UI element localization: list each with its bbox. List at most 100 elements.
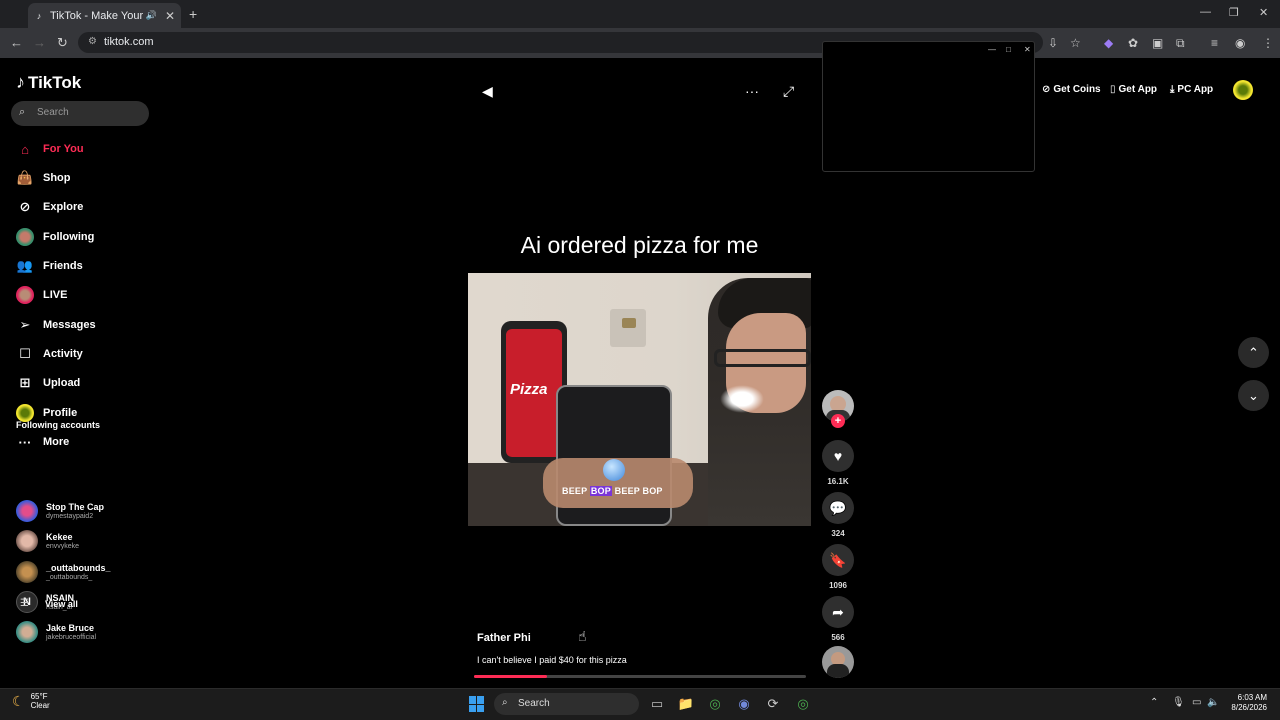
fullscreen-icon[interactable]: ⤢: [783, 83, 794, 100]
get-coins-button[interactable]: ⊘ Get Coins: [1042, 84, 1101, 95]
comment-button[interactable]: 💬: [822, 492, 854, 524]
audio-playing-icon[interactable]: 🔊: [146, 10, 157, 21]
following-account[interactable]: _outtabounds_ _outtabounds_: [16, 560, 111, 584]
discord-icon[interactable]: ◉: [735, 695, 753, 713]
search-icon: ⌕: [502, 697, 508, 708]
user-avatar[interactable]: [1233, 80, 1253, 100]
following-account[interactable]: Kekee envvykeke: [16, 529, 79, 553]
install-app-icon[interactable]: ⇩: [1048, 36, 1058, 50]
save-button[interactable]: 🔖: [822, 544, 854, 576]
like-button[interactable]: ♥: [822, 440, 854, 472]
music-disc-avatar[interactable]: [822, 646, 854, 678]
avatar: [16, 621, 38, 643]
network-icon[interactable]: ▭: [1192, 697, 1201, 708]
microphone-icon[interactable]: 🎙: [1172, 697, 1185, 708]
close-tab-icon[interactable]: ✕: [165, 9, 175, 23]
extension-icon[interactable]: ▣: [1152, 36, 1163, 50]
following-avatar: [16, 228, 34, 246]
system-clock[interactable]: 6:03 AM 8/26/2026: [1205, 693, 1267, 714]
chevron-up-icon: ⌃: [1248, 344, 1259, 360]
video-progress-bar[interactable]: [474, 675, 806, 678]
extension-icon[interactable]: ◆: [1104, 36, 1113, 50]
assistant-orb: [603, 459, 625, 481]
logo-text: TikTok: [28, 72, 82, 92]
start-button[interactable]: [469, 696, 485, 712]
search-input[interactable]: ⌕ Search: [11, 101, 149, 126]
extensions-puzzle-icon[interactable]: ⧉: [1176, 36, 1185, 51]
sidebar-item-messages[interactable]: ➢ Messages: [16, 315, 96, 335]
previous-video-button[interactable]: ⌃: [1238, 337, 1269, 368]
video-title-overlay: Ai ordered pizza for me: [520, 232, 759, 258]
reload-icon[interactable]: ↻: [57, 35, 68, 51]
browser-tab[interactable]: ♪ TikTok - Make Your Day 🔊 ✕: [28, 3, 181, 28]
share-button[interactable]: ➦: [822, 596, 854, 628]
download-icon: ⤓: [1170, 84, 1175, 95]
sidebar-item-explore[interactable]: ⊘ Explore: [16, 197, 84, 217]
phone-icon: ▯: [1110, 84, 1116, 95]
plus-square-icon: ⊞: [19, 375, 31, 390]
profile-icon[interactable]: ◉: [1235, 36, 1245, 50]
search-icon: ⌕: [19, 106, 26, 118]
account-name: Stop The Cap: [46, 501, 104, 512]
avatar: [16, 530, 38, 552]
moon-icon: ☾: [12, 693, 25, 710]
pizza-logo-art: Pizza: [510, 381, 548, 398]
chrome-icon[interactable]: ◎: [706, 695, 724, 713]
weather-desc: Clear: [30, 700, 50, 710]
avatar: [16, 561, 38, 583]
close-icon[interactable]: ✕: [1024, 45, 1031, 54]
next-video-button[interactable]: ⌄: [1238, 380, 1269, 411]
sidebar-item-friends[interactable]: 👥 Friends: [16, 256, 83, 276]
extension-icon[interactable]: ✿: [1128, 36, 1138, 50]
close-window-icon[interactable]: ✕: [1259, 6, 1268, 19]
sidebar-item-activity[interactable]: ☐ Activity: [16, 344, 83, 364]
minimize-icon[interactable]: —: [1200, 6, 1211, 18]
bookmark-star-icon[interactable]: ☆: [1070, 36, 1081, 50]
video-author[interactable]: Father Phi: [477, 632, 531, 644]
like-count: 16.1K: [827, 477, 849, 486]
new-tab-icon[interactable]: +: [189, 6, 197, 22]
sidebar-item-live[interactable]: LIVE: [16, 285, 67, 305]
sidebar-item-upload[interactable]: ⊞ Upload: [16, 373, 81, 393]
tiktok-logo[interactable]: ♪ TikTok: [16, 72, 81, 93]
sidebar-item-for-you[interactable]: ⌂ For You: [16, 139, 83, 159]
app-icon[interactable]: ⟳: [764, 695, 782, 713]
picture-in-picture-window[interactable]: — □ ✕: [822, 41, 1035, 172]
bookmark-icon: 🔖: [829, 551, 847, 568]
maximize-icon[interactable]: ❐: [1229, 6, 1239, 19]
minimize-icon[interactable]: —: [988, 45, 996, 54]
following-account[interactable]: Stop The Cap dymestaypaid2: [16, 499, 104, 523]
tray-chevron-icon[interactable]: ⌃: [1150, 697, 1158, 708]
sidebar-item-label: Following: [43, 231, 95, 243]
sidebar-item-following[interactable]: Following: [16, 227, 94, 247]
follow-plus-button[interactable]: +: [831, 414, 845, 428]
friends-icon: 👥: [16, 258, 34, 273]
following-account[interactable]: Jake Bruce jakebruceofficial: [16, 620, 96, 644]
video-player[interactable]: Pizza BEEP BOP BEEP BOP: [468, 273, 811, 526]
file-explorer-icon[interactable]: 📁: [677, 695, 695, 713]
reading-list-icon[interactable]: ≡: [1211, 36, 1218, 50]
site-info-icon[interactable]: ⚙: [88, 36, 97, 47]
view-all-link[interactable]: ☰ View all: [20, 598, 78, 609]
menu-kebab-icon[interactable]: ⋮: [1262, 36, 1274, 50]
sidebar-item-label: Shop: [43, 172, 71, 184]
video-caption: BEEP BOP BEEP BOP: [562, 486, 663, 496]
chrome-active-icon[interactable]: ◎: [794, 695, 812, 713]
account-name: Kekee: [46, 531, 73, 542]
pc-app-button[interactable]: ⤓ PC App: [1170, 84, 1213, 95]
forward-icon[interactable]: →: [33, 35, 46, 50]
more-options-icon[interactable]: ···: [745, 83, 759, 99]
weather-widget[interactable]: ☾ 65°F Clear: [12, 692, 50, 711]
search-placeholder: Search: [37, 107, 69, 118]
following-accounts-heading: Following accounts: [16, 420, 101, 430]
sidebar-item-label: More: [43, 436, 70, 448]
maximize-icon[interactable]: □: [1006, 45, 1011, 54]
taskbar-search[interactable]: ⌕ Search: [494, 693, 639, 715]
sidebar-item-more[interactable]: ··· More: [16, 432, 70, 452]
sidebar-item-shop[interactable]: 👜 Shop: [16, 168, 71, 188]
get-app-button[interactable]: ▯ Get App: [1110, 84, 1157, 95]
task-view-icon[interactable]: ▭: [648, 695, 666, 713]
get-coins-label: Get Coins: [1053, 84, 1101, 95]
volume-icon[interactable]: ◀: [482, 83, 493, 100]
back-icon[interactable]: ←: [10, 35, 23, 50]
